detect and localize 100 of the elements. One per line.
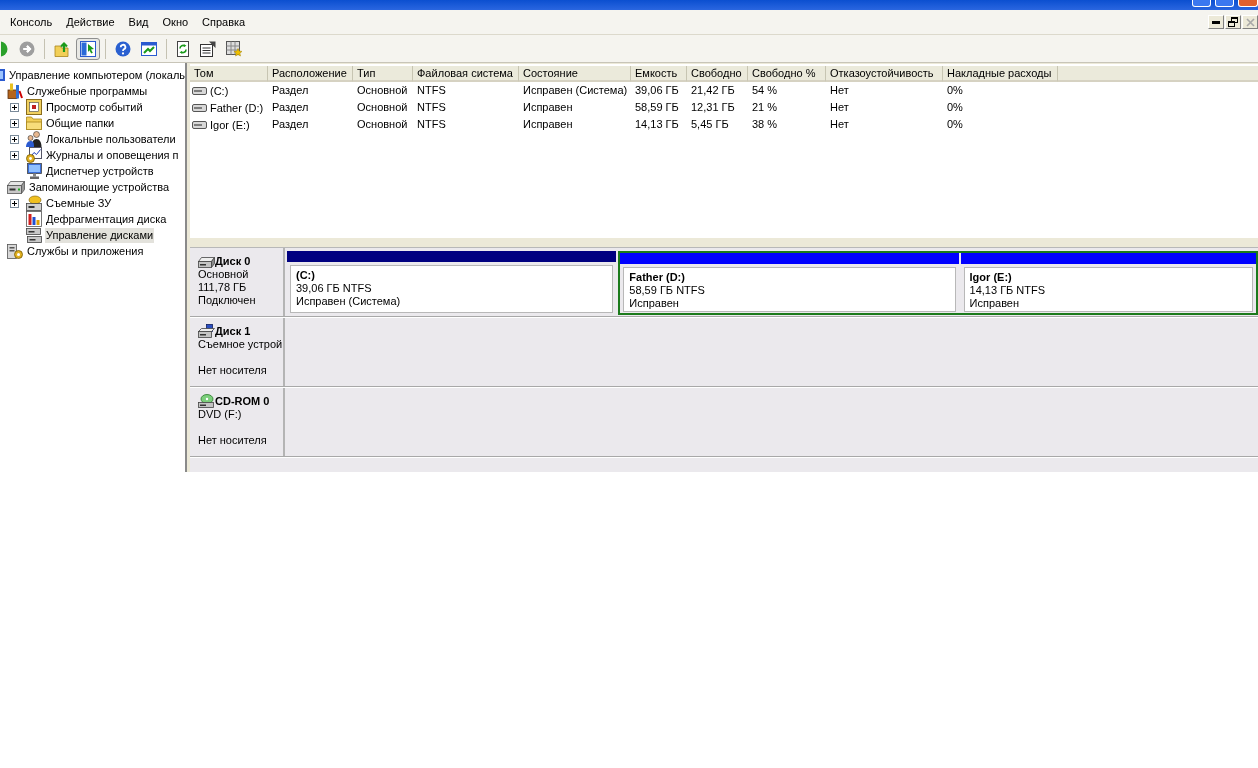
tree-item[interactable]: Диспетчер устройств xyxy=(45,163,155,179)
console-icon xyxy=(0,69,5,81)
volume-status: Исправен xyxy=(629,297,680,310)
volume-status: Исправен (Система) xyxy=(296,295,402,308)
window-chart-icon xyxy=(141,41,157,56)
disk-status: Подключен xyxy=(198,294,257,307)
menu-item[interactable]: Справка xyxy=(195,13,253,31)
tree-item[interactable]: Запоминающие устройства xyxy=(28,179,171,195)
server-gear-icon xyxy=(7,243,23,259)
table-cell-text: NTFS xyxy=(416,117,447,132)
storage-drive-icon xyxy=(7,180,25,194)
volume-size: 39,06 ГБ NTFS xyxy=(296,282,373,295)
table-cell-text: 39,06 ГБ xyxy=(634,83,680,98)
table-cell-text: Раздел xyxy=(271,83,310,98)
table-cell-text: NTFS xyxy=(416,83,447,98)
volume-panel[interactable]: Father (D:) 58,59 ГБ NTFS Исправен xyxy=(623,267,956,312)
column-header[interactable]: Накладные расходы xyxy=(943,66,1058,82)
expand-plus-icon[interactable] xyxy=(10,102,19,112)
tree-item[interactable]: Службы и приложения xyxy=(26,243,145,259)
minimize-icon xyxy=(1212,20,1220,24)
volume-size: 14,13 ГБ NTFS xyxy=(969,284,1047,297)
drive-icon xyxy=(192,103,207,112)
table-cell-text: Исправен xyxy=(522,100,574,115)
tree-item[interactable]: Общие папки xyxy=(45,115,116,131)
tree-item[interactable]: Управление компьютером (локаль xyxy=(8,67,185,83)
column-header[interactable]: Свободно % xyxy=(748,66,826,82)
tree-item[interactable]: Локальные пользователи xyxy=(45,131,177,147)
disk-name: Диск 1 xyxy=(215,325,251,338)
tree-item[interactable]: Управление дисками xyxy=(45,227,155,243)
volume-name: Igor (E:) xyxy=(969,271,1013,284)
table-cell-text: 21 % xyxy=(751,100,779,115)
volume-status: Исправен xyxy=(969,297,1021,310)
users-icon xyxy=(26,131,42,147)
help-icon xyxy=(115,40,131,57)
menu-item[interactable]: Консоль xyxy=(3,13,60,31)
minimize-button[interactable] xyxy=(1208,15,1224,29)
table-cell-text: Нет xyxy=(829,117,850,132)
tree-item[interactable]: Просмотр событий xyxy=(45,99,144,115)
volume-size: 58,59 ГБ NTFS xyxy=(629,284,706,297)
tools-icon xyxy=(7,83,23,99)
column-header[interactable]: Свободно xyxy=(687,66,748,82)
disk-status: Нет носителя xyxy=(198,434,268,447)
tree-toggle-button[interactable] xyxy=(76,37,100,60)
tree-pane-icon xyxy=(80,40,96,57)
drive-icon xyxy=(192,120,207,129)
window-button[interactable] xyxy=(1192,0,1211,7)
menu-item[interactable]: Действие xyxy=(59,13,122,31)
table-cell-text: Основной xyxy=(356,117,409,132)
table-cell-text: Раздел xyxy=(271,117,310,132)
expand-plus-icon[interactable] xyxy=(10,134,19,144)
disk-name: CD-ROM 0 xyxy=(215,395,270,408)
volume-name-cell[interactable]: (C:) xyxy=(209,83,230,98)
grid-star-icon xyxy=(226,40,242,57)
table-cell-text: 21,42 ГБ xyxy=(690,83,736,98)
table-cell-text: 5,45 ГБ xyxy=(690,117,730,132)
window-button[interactable] xyxy=(1215,0,1234,7)
column-header[interactable]: Тип xyxy=(353,66,413,82)
volume-panel[interactable]: Igor (E:) 14,13 ГБ NTFS Исправен xyxy=(963,267,1253,312)
column-header[interactable]: Расположение xyxy=(268,66,353,82)
column-header[interactable]: Емкость xyxy=(631,66,687,82)
removable-disk-icon xyxy=(198,324,215,338)
refresh-icon xyxy=(177,40,189,57)
menu-item[interactable]: Вид xyxy=(121,13,156,31)
framed-square-icon xyxy=(26,99,42,115)
table-cell-text: Исправен xyxy=(522,117,574,132)
removable-drive-icon xyxy=(26,195,42,211)
window-button[interactable] xyxy=(1238,0,1258,7)
disk-type: Съемное устрой xyxy=(198,338,283,351)
table-cell-text: Исправен (Система) xyxy=(522,83,629,98)
column-header[interactable]: Том xyxy=(190,66,268,82)
menu-item[interactable]: Окно xyxy=(155,13,196,31)
column-header[interactable]: Отказоустойчивость xyxy=(826,66,943,82)
disk-drives-icon xyxy=(26,227,42,243)
table-cell-text: Основной xyxy=(356,100,409,115)
expand-plus-icon[interactable] xyxy=(10,118,19,128)
table-cell-text: 12,31 ГБ xyxy=(690,100,736,115)
close-icon xyxy=(1245,17,1255,27)
table-cell-text: Нет xyxy=(829,83,850,98)
column-header[interactable]: Файловая система xyxy=(413,66,519,82)
drive-icon xyxy=(192,86,207,95)
expand-plus-icon[interactable] xyxy=(10,150,19,160)
table-cell-text: Основной xyxy=(356,83,409,98)
tree-item[interactable]: Служебные программы xyxy=(26,83,149,99)
disk-name: Диск 0 xyxy=(215,255,251,268)
disk-type: DVD (F:) xyxy=(198,408,243,421)
table-cell-text: 14,13 ГБ xyxy=(634,117,680,132)
monitor-icon xyxy=(26,163,42,179)
table-cell-text: NTFS xyxy=(416,100,447,115)
table-cell-text: Раздел xyxy=(271,100,310,115)
restore-button[interactable] xyxy=(1225,15,1241,29)
restore-icon xyxy=(1228,17,1238,27)
expand-plus-icon[interactable] xyxy=(10,198,19,208)
volume-name-cell[interactable]: Igor (E:) xyxy=(209,117,251,132)
column-header[interactable]: Состояние xyxy=(519,66,631,82)
volume-name-cell[interactable]: Father (D:) xyxy=(209,100,265,115)
tree-item[interactable]: Съемные ЗУ xyxy=(45,195,113,211)
volume-panel[interactable]: (C:) 39,06 ГБ NTFS Исправен (Система) xyxy=(290,265,614,313)
volume-name: (C:) xyxy=(296,269,316,282)
tree-item[interactable]: Дефрагментация диска xyxy=(45,211,168,227)
tree-item[interactable]: Журналы и оповещения п xyxy=(45,147,180,163)
